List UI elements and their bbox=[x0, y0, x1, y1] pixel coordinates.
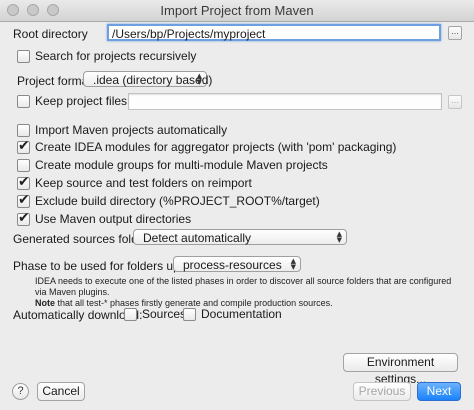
import-automatically-label: Import Maven projects automatically bbox=[35, 123, 228, 137]
phase-note-bold: Note bbox=[35, 298, 55, 308]
use-maven-output-checkbox[interactable]: ✔ bbox=[17, 210, 30, 226]
auto-download-label: Automatically download: bbox=[13, 308, 143, 322]
phase-note: IDEA needs to execute one of the listed … bbox=[35, 276, 465, 309]
create-modules-aggregator-label: Create IDEA modules for aggregator proje… bbox=[35, 140, 397, 154]
download-sources-checkbox[interactable] bbox=[124, 308, 137, 321]
root-directory-browse-button[interactable]: ... bbox=[448, 26, 462, 40]
environment-settings-button[interactable]: Environment settings... bbox=[343, 353, 458, 386]
phase-value: process-resources bbox=[183, 258, 282, 272]
create-modules-aggregator-checkbox[interactable]: ✔ bbox=[17, 138, 30, 154]
search-recursively-checkbox[interactable] bbox=[17, 50, 30, 63]
download-documentation-label: Documentation bbox=[201, 307, 282, 321]
checkmark-icon: ✔ bbox=[18, 210, 30, 226]
window-title: Import Project from Maven bbox=[160, 3, 314, 18]
project-format-dropdown[interactable]: .idea (directory based) ▲ ▼ bbox=[83, 71, 212, 87]
root-directory-value: /Users/bp/Projects/myproject bbox=[112, 27, 266, 41]
exclude-build-dir-label: Exclude build directory (%PROJECT_ROOT%/… bbox=[35, 194, 320, 208]
keep-source-folders-label: Keep source and test folders on reimport bbox=[35, 176, 252, 190]
project-format-value: .idea (directory based) bbox=[93, 73, 213, 87]
next-button[interactable]: Next bbox=[417, 382, 461, 401]
import-automatically-checkbox[interactable] bbox=[17, 124, 30, 137]
keep-project-files-checkbox[interactable] bbox=[17, 95, 30, 108]
generated-sources-dropdown[interactable]: Detect automatically ▲ ▼ bbox=[133, 229, 347, 245]
generated-sources-value: Detect automatically bbox=[143, 231, 252, 245]
download-sources-label: Sources bbox=[142, 307, 187, 321]
exclude-build-dir-checkbox[interactable]: ✔ bbox=[17, 192, 30, 208]
dropdown-arrows-icon: ▲ ▼ bbox=[196, 72, 202, 86]
previous-button[interactable]: Previous bbox=[353, 382, 411, 401]
root-directory-input[interactable]: /Users/bp/Projects/myproject bbox=[107, 24, 441, 41]
keep-project-files-input[interactable] bbox=[128, 93, 442, 110]
title-bar: Import Project from Maven bbox=[0, 0, 474, 22]
keep-project-files-browse-button[interactable]: ... bbox=[448, 95, 462, 109]
help-button[interactable]: ? bbox=[12, 383, 29, 400]
cancel-button[interactable]: Cancel bbox=[37, 382, 85, 401]
search-recursively-label: Search for projects recursively bbox=[35, 49, 197, 63]
keep-source-folders-checkbox[interactable]: ✔ bbox=[17, 174, 30, 190]
create-module-groups-label: Create module groups for multi-module Ma… bbox=[35, 158, 328, 172]
phase-dropdown[interactable]: process-resources ▲ ▼ bbox=[173, 256, 301, 272]
dropdown-arrows-icon: ▲ ▼ bbox=[336, 230, 342, 244]
download-documentation-checkbox[interactable] bbox=[183, 308, 196, 321]
dropdown-arrows-icon: ▲ ▼ bbox=[290, 257, 296, 271]
checkmark-icon: ✔ bbox=[18, 138, 30, 154]
create-module-groups-checkbox[interactable] bbox=[17, 159, 30, 172]
checkmark-icon: ✔ bbox=[18, 192, 30, 208]
phase-note-line1: IDEA needs to execute one of the listed … bbox=[35, 276, 452, 297]
use-maven-output-label: Use Maven output directories bbox=[35, 212, 192, 226]
phase-note-line2: that all test-* phases firstly generate … bbox=[55, 298, 333, 308]
keep-project-files-label: Keep project files in: bbox=[35, 94, 144, 108]
root-directory-label: Root directory bbox=[13, 27, 88, 41]
checkmark-icon: ✔ bbox=[18, 174, 30, 190]
